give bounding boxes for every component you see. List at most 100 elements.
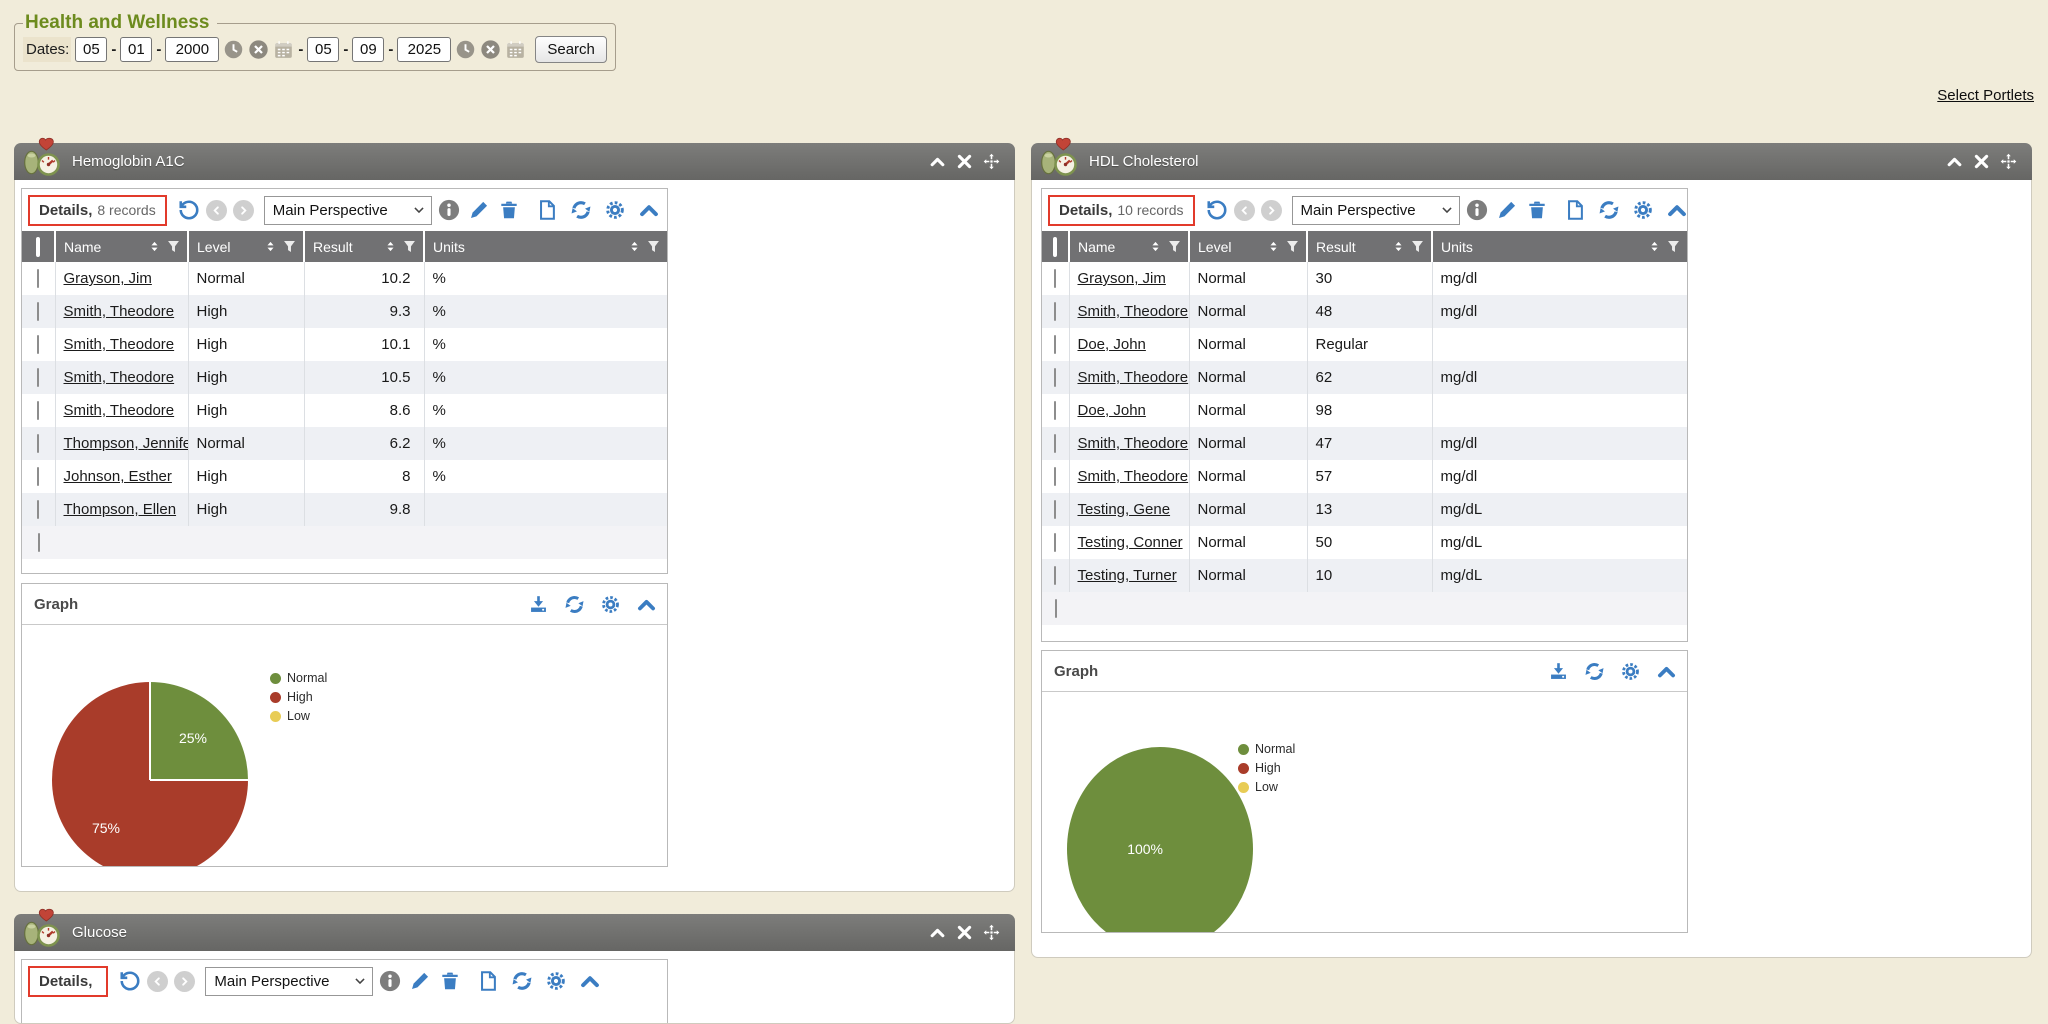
patient-name-link[interactable]: Doe, John [1078, 336, 1146, 353]
move-icon[interactable] [983, 924, 1000, 941]
from-clear-icon[interactable] [248, 39, 269, 60]
row-checkbox[interactable] [37, 401, 39, 420]
patient-name-link[interactable]: Smith, Theodore [1078, 435, 1189, 452]
to-day-input[interactable] [352, 37, 384, 62]
column-header[interactable]: Level [188, 231, 304, 262]
column-header[interactable]: Name [1069, 231, 1189, 262]
patient-name-link[interactable]: Smith, Theodore [1078, 468, 1189, 485]
row-checkbox[interactable] [37, 269, 39, 288]
new-document-icon[interactable] [536, 199, 558, 221]
select-all-checkbox[interactable] [1053, 237, 1057, 257]
row-checkbox[interactable] [1054, 269, 1056, 288]
download-icon[interactable] [528, 594, 549, 615]
sort-icon[interactable] [1268, 241, 1279, 252]
patient-name-link[interactable]: Smith, Theodore [64, 402, 175, 419]
to-clear-icon[interactable] [480, 39, 501, 60]
close-icon[interactable] [1973, 153, 1990, 170]
legend-item[interactable]: High [270, 690, 327, 704]
refresh-icon[interactable] [570, 199, 592, 221]
patient-name-link[interactable]: Thompson, Jennifer [64, 435, 189, 452]
sort-icon[interactable] [1393, 241, 1404, 252]
filter-funnel-icon[interactable] [647, 240, 660, 253]
patient-name-link[interactable]: Doe, John [1078, 402, 1146, 419]
info-icon[interactable] [438, 199, 460, 221]
sort-icon[interactable] [149, 241, 160, 252]
settings-gear-icon[interactable] [1632, 199, 1654, 221]
collapse-section-icon[interactable] [1656, 661, 1677, 682]
perspective-select[interactable]: Main Perspective [1292, 196, 1460, 225]
column-header[interactable]: Level [1189, 231, 1307, 262]
column-header[interactable]: Units [1432, 231, 1687, 262]
perspective-select[interactable]: Main Perspective [264, 196, 432, 225]
patient-name-link[interactable]: Smith, Theodore [64, 303, 175, 320]
pie-chart[interactable]: 100% [1067, 747, 1253, 933]
filter-funnel-icon[interactable] [1411, 240, 1424, 253]
refresh-icon[interactable] [511, 970, 533, 992]
undo-icon[interactable] [178, 199, 200, 221]
from-time-icon[interactable] [223, 39, 244, 60]
undo-icon[interactable] [1206, 199, 1228, 221]
patient-name-link[interactable]: Thompson, Ellen [64, 501, 177, 518]
search-button[interactable]: Search [535, 36, 607, 63]
collapse-icon[interactable] [1946, 153, 1963, 170]
row-checkbox[interactable] [1054, 401, 1056, 420]
delete-icon[interactable] [498, 199, 520, 221]
row-checkbox[interactable] [1054, 302, 1056, 321]
patient-name-link[interactable]: Smith, Theodore [64, 336, 175, 353]
row-checkbox[interactable] [37, 500, 39, 519]
patient-name-link[interactable]: Grayson, Jim [64, 270, 152, 287]
info-icon[interactable] [379, 970, 401, 992]
row-checkbox[interactable] [38, 533, 40, 552]
row-checkbox[interactable] [37, 302, 39, 321]
row-checkbox[interactable] [1054, 533, 1056, 552]
patient-name-link[interactable]: Smith, Theodore [1078, 369, 1189, 386]
select-all-checkbox[interactable] [36, 237, 40, 257]
legend-item[interactable]: Normal [1238, 742, 1295, 756]
row-checkbox[interactable] [1054, 566, 1056, 585]
collapse-section-icon[interactable] [636, 594, 657, 615]
filter-funnel-icon[interactable] [167, 240, 180, 253]
delete-icon[interactable] [439, 970, 461, 992]
filter-funnel-icon[interactable] [403, 240, 416, 253]
patient-name-link[interactable]: Johnson, Esther [64, 468, 172, 485]
legend-item[interactable]: Normal [270, 671, 327, 685]
from-month-input[interactable] [75, 37, 107, 62]
new-document-icon[interactable] [1564, 199, 1586, 221]
row-checkbox[interactable] [37, 368, 39, 387]
to-year-input[interactable] [397, 37, 451, 62]
delete-icon[interactable] [1526, 199, 1548, 221]
collapse-section-icon[interactable] [579, 970, 601, 992]
from-year-input[interactable] [165, 37, 219, 62]
info-icon[interactable] [1466, 199, 1488, 221]
patient-name-link[interactable]: Testing, Turner [1078, 567, 1177, 584]
sort-icon[interactable] [1150, 241, 1161, 252]
settings-gear-icon[interactable] [604, 199, 626, 221]
edit-icon[interactable] [1496, 199, 1518, 221]
refresh-icon[interactable] [1598, 199, 1620, 221]
column-header[interactable]: Units [424, 231, 667, 262]
edit-icon[interactable] [468, 199, 490, 221]
collapse-section-icon[interactable] [638, 199, 660, 221]
from-calendar-icon[interactable] [273, 39, 294, 60]
row-checkbox[interactable] [37, 335, 39, 354]
row-checkbox[interactable] [1054, 434, 1056, 453]
edit-icon[interactable] [409, 970, 431, 992]
pie-chart[interactable]: 25% 75% [52, 682, 248, 867]
row-checkbox[interactable] [1054, 500, 1056, 519]
row-checkbox[interactable] [1055, 599, 1057, 618]
move-icon[interactable] [2000, 153, 2017, 170]
from-day-input[interactable] [120, 37, 152, 62]
column-header[interactable]: Result [1307, 231, 1432, 262]
filter-funnel-icon[interactable] [1168, 240, 1181, 253]
column-header[interactable]: Name [55, 231, 188, 262]
close-icon[interactable] [956, 924, 973, 941]
new-document-icon[interactable] [477, 970, 499, 992]
patient-name-link[interactable]: Smith, Theodore [1078, 303, 1189, 320]
filter-funnel-icon[interactable] [1667, 240, 1680, 253]
settings-gear-icon[interactable] [600, 594, 621, 615]
patient-name-link[interactable]: Testing, Conner [1078, 534, 1183, 551]
collapse-icon[interactable] [929, 153, 946, 170]
sort-icon[interactable] [385, 241, 396, 252]
to-time-icon[interactable] [455, 39, 476, 60]
collapse-section-icon[interactable] [1666, 199, 1688, 221]
